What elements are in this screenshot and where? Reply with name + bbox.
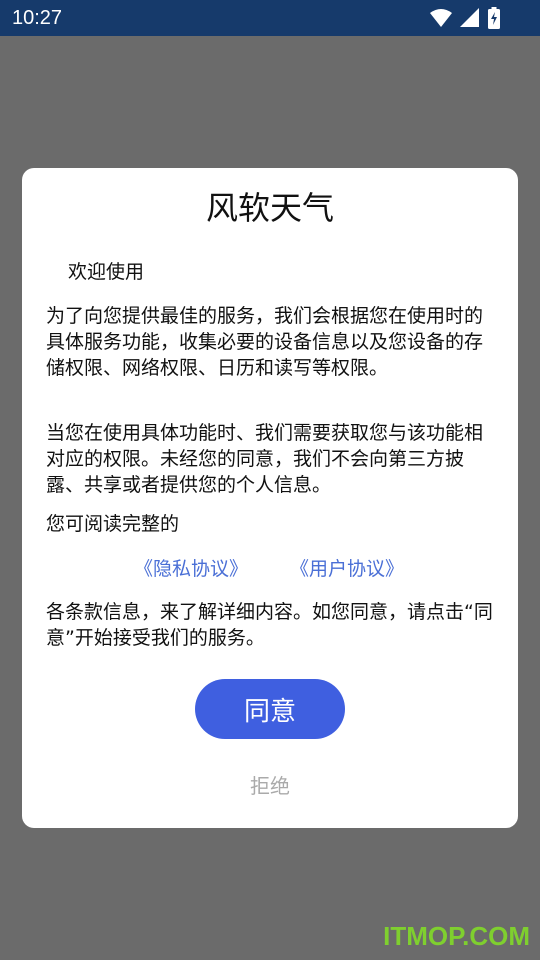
signal-icon	[460, 8, 480, 28]
info-paragraph-1: 为了向您提供最佳的服务，我们会根据您在使用时的具体服务功能，收集必要的设备信息以…	[46, 305, 484, 379]
status-time: 10:27	[12, 7, 63, 29]
dialog-title: 风软天气	[205, 189, 334, 227]
info-paragraph-4: 各条款信息，来了解详细内容。如您同意，请点击“同意”开始接受我们的服务。	[46, 601, 493, 649]
status-icons	[430, 7, 500, 29]
info-paragraph-3: 您可阅读完整的	[46, 513, 180, 535]
user-agreement-link[interactable]: 《用户协议》	[290, 554, 404, 584]
battery-charging-icon	[488, 7, 500, 29]
info-paragraph-2: 当您在使用具体功能时、我们需要获取您与该功能相对应的权限。未经您的同意，我们不会…	[46, 422, 484, 496]
wifi-icon	[430, 8, 452, 28]
status-bar: 10:27	[0, 0, 540, 36]
privacy-policy-link[interactable]: 《隐私协议》	[134, 554, 248, 584]
agreement-links: 《隐私协议》 《用户协议》	[22, 554, 518, 584]
privacy-dialog: 风软天气 欢迎使用 为了向您提供最佳的服务，我们会根据您在使用时的具体服务功能，…	[22, 168, 518, 828]
agree-button[interactable]: 同意	[195, 679, 345, 739]
reject-button[interactable]: 拒绝	[220, 768, 320, 800]
watermark-text: ITMOP.COM	[383, 921, 530, 951]
welcome-text: 欢迎使用	[68, 261, 145, 283]
